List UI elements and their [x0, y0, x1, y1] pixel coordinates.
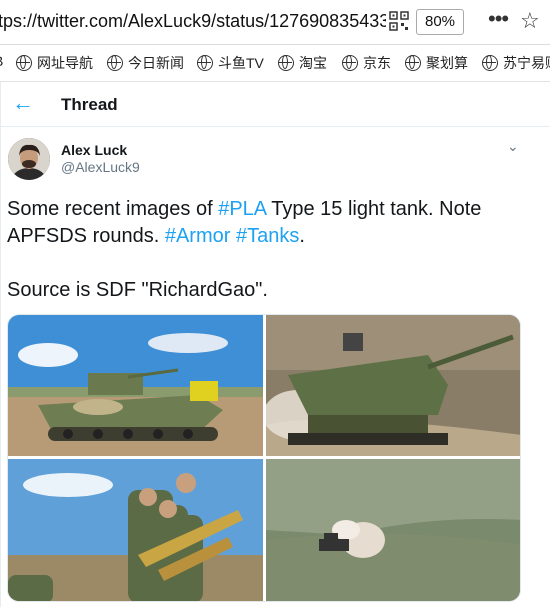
hashtag-armor[interactable]: #Armor	[165, 225, 231, 247]
photo-tank-firing[interactable]	[266, 459, 521, 602]
page-title: Thread	[61, 95, 118, 114]
author-name[interactable]: Alex Luck	[61, 142, 127, 158]
more-icon[interactable]: •••	[488, 6, 509, 32]
bookmark-item[interactable]: B	[0, 53, 3, 69]
avatar[interactable]	[8, 138, 50, 180]
media-grid	[7, 314, 521, 602]
bookmark-item[interactable]: 苏宁易购	[482, 53, 550, 73]
globe-icon	[482, 55, 498, 71]
tweet-text: Some recent images of #PLA Type 15 light…	[7, 198, 482, 247]
hashtag-pla[interactable]: #PLA	[218, 198, 266, 220]
zoom-level[interactable]: 80%	[416, 9, 464, 35]
author-handle[interactable]: @AlexLuck9	[61, 159, 140, 175]
tweet-source-line: Source is SDF "RichardGao".	[7, 279, 268, 301]
globe-icon	[342, 55, 358, 71]
bookmark-item[interactable]: 斗鱼TV	[197, 53, 264, 73]
url-text[interactable]: tps://twitter.com/AlexLuck9/status/12769…	[0, 11, 386, 32]
bookmarks-bar: B 网址导航 今日新闻 斗鱼TV 淘宝 京东 聚划算 苏宁易购	[0, 45, 550, 82]
thread-header: ← Thread	[0, 82, 550, 127]
address-bar[interactable]: tps://twitter.com/AlexLuck9/status/12769…	[0, 0, 550, 45]
bookmark-item[interactable]: 网址导航	[16, 53, 93, 73]
chevron-down-icon[interactable]: ⌄	[507, 138, 519, 155]
qr-code-icon[interactable]	[389, 11, 409, 31]
globe-icon	[107, 55, 123, 71]
photo-soldiers-shells[interactable]	[8, 459, 263, 602]
globe-icon	[278, 55, 294, 71]
photo-tank-side[interactable]	[8, 315, 263, 456]
globe-icon	[197, 55, 213, 71]
bookmark-item[interactable]: 聚划算	[405, 53, 468, 73]
column-border	[0, 82, 1, 607]
hashtag-tanks[interactable]: #Tanks	[236, 225, 299, 247]
globe-icon	[405, 55, 421, 71]
star-icon[interactable]: ☆	[520, 8, 540, 34]
bookmark-item[interactable]: 今日新闻	[107, 53, 184, 73]
globe-icon	[16, 55, 32, 71]
bookmark-item[interactable]: 淘宝	[278, 53, 327, 73]
back-arrow-icon[interactable]: ←	[12, 90, 34, 116]
bookmark-item[interactable]: 京东	[342, 53, 391, 73]
photo-tank-front[interactable]	[263, 315, 521, 456]
